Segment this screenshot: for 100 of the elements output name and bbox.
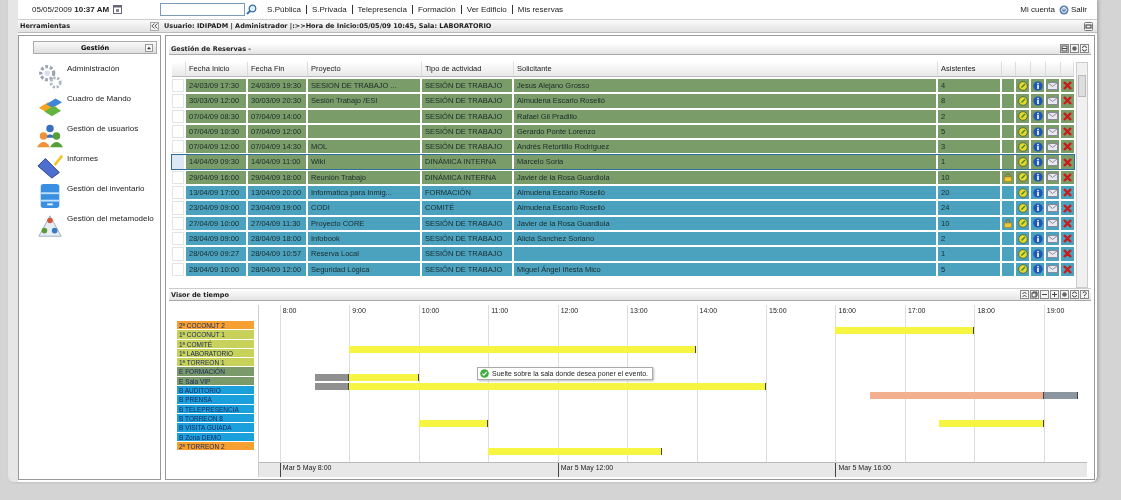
booked-slot[interactable] (731, 382, 766, 390)
scrollbar[interactable] (1076, 62, 1088, 288)
delete-icon[interactable] (1063, 172, 1072, 182)
envelope-icon[interactable] (1047, 188, 1058, 197)
info-icon[interactable] (1032, 157, 1043, 168)
envelope-icon[interactable] (1047, 173, 1058, 182)
edit-icon[interactable] (1017, 157, 1028, 168)
info-icon[interactable] (1032, 95, 1043, 106)
info-icon[interactable] (1032, 218, 1043, 229)
caret-icon[interactable] (145, 44, 153, 52)
menu-item[interactable]: Cuadro de Mando (67, 94, 132, 103)
edit-icon[interactable] (1017, 233, 1028, 244)
booked-slot[interactable] (1008, 392, 1044, 400)
envelope-icon[interactable] (1047, 219, 1058, 228)
help-icon[interactable] (1080, 290, 1089, 299)
layout-icon[interactable] (1060, 44, 1069, 53)
envelope-icon[interactable] (1047, 204, 1058, 212)
booked-slot[interactable] (939, 327, 975, 335)
delete-icon[interactable] (1063, 218, 1072, 228)
info-icon[interactable] (1032, 111, 1043, 122)
envelope-icon[interactable] (1047, 96, 1058, 105)
nav-link[interactable]: Formación (411, 5, 461, 14)
settings-icon[interactable] (1060, 290, 1069, 299)
envelope-icon[interactable] (1047, 249, 1058, 258)
envelope-icon[interactable] (1047, 265, 1058, 274)
envelope-icon[interactable] (1047, 234, 1058, 243)
search-icon[interactable] (246, 4, 258, 15)
delete-icon[interactable] (1063, 111, 1072, 121)
maximize-icon[interactable] (1084, 21, 1093, 31)
booked-slot[interactable] (627, 448, 662, 455)
nav-link[interactable]: S.Pública (262, 5, 306, 14)
delete-icon[interactable] (1063, 157, 1072, 167)
nav-link[interactable]: Ver Edificio (460, 5, 512, 14)
envelope-icon[interactable] (1047, 127, 1058, 136)
menu-item[interactable]: Gestión de usuarios (67, 124, 139, 133)
delete-icon[interactable] (1063, 142, 1072, 152)
booked-slot[interactable] (453, 420, 489, 428)
menu-item[interactable]: Gestión del inventario (67, 184, 145, 193)
envelope-icon[interactable] (1047, 112, 1058, 121)
delete-icon[interactable] (1063, 127, 1072, 137)
logout-link[interactable]: Salir (1071, 5, 1087, 14)
edit-icon[interactable] (1017, 126, 1028, 137)
refresh-icon[interactable] (1070, 290, 1079, 299)
diagram-icon[interactable] (37, 213, 63, 239)
delete-icon[interactable] (1063, 264, 1072, 274)
delete-icon[interactable] (1063, 188, 1072, 198)
zoom-in-icon[interactable] (1050, 290, 1059, 299)
envelope-icon[interactable] (1047, 81, 1058, 90)
delete-icon[interactable] (1063, 203, 1072, 213)
search-field[interactable] (160, 3, 246, 16)
info-icon[interactable] (1032, 172, 1043, 183)
restore-icon[interactable] (1030, 290, 1039, 299)
zoom-out-icon[interactable] (1040, 290, 1049, 299)
refresh-icon[interactable] (1080, 44, 1089, 53)
users-icon[interactable] (37, 123, 63, 149)
envelope-icon[interactable] (1047, 142, 1058, 151)
edit-icon[interactable] (1017, 203, 1028, 213)
delete-icon[interactable] (1063, 96, 1072, 106)
booked-slot[interactable] (661, 345, 697, 353)
menu-item[interactable]: Informes (67, 154, 99, 163)
edit-icon[interactable] (1017, 111, 1028, 122)
info-icon[interactable] (1032, 233, 1043, 244)
nav-link[interactable]: Telepresencia (351, 5, 412, 14)
booked-slot[interactable] (314, 382, 350, 390)
envelope-icon[interactable] (1047, 158, 1058, 167)
delete-icon[interactable] (1063, 81, 1072, 91)
delete-icon[interactable] (1063, 249, 1072, 259)
info-icon[interactable] (1032, 264, 1043, 275)
nav-link[interactable]: Mis reservas (511, 5, 569, 14)
edit-icon[interactable] (1017, 248, 1028, 259)
info-icon[interactable] (1032, 248, 1043, 259)
edit-icon[interactable] (1017, 95, 1028, 106)
table-cell (1002, 201, 1014, 215)
power-icon[interactable] (1059, 4, 1069, 15)
info-icon[interactable] (1032, 126, 1043, 137)
edit-icon[interactable] (1017, 80, 1028, 91)
pencil-icon[interactable] (37, 153, 63, 179)
delete-icon[interactable] (1063, 234, 1072, 244)
info-icon[interactable] (1032, 141, 1043, 152)
info-icon[interactable] (1032, 203, 1043, 213)
edit-icon[interactable] (1017, 172, 1028, 183)
gears-icon[interactable] (37, 63, 63, 89)
edit-icon[interactable] (1017, 218, 1028, 229)
settings-icon[interactable] (1070, 44, 1079, 53)
info-icon[interactable] (1032, 187, 1043, 198)
edit-icon[interactable] (1017, 187, 1028, 198)
booked-slot[interactable] (314, 373, 350, 381)
edit-icon[interactable] (1017, 264, 1028, 275)
booked-slot[interactable] (1008, 420, 1044, 428)
edit-icon[interactable] (1017, 141, 1028, 152)
menu-item[interactable]: Gestión del metamodelo (67, 214, 154, 223)
calendar-icon[interactable] (113, 5, 123, 14)
account-link[interactable]: Mi cuenta (1020, 5, 1055, 14)
booked-slot[interactable] (384, 373, 419, 381)
collapse-icon[interactable] (1020, 290, 1029, 299)
booked-slot[interactable] (1043, 392, 1079, 400)
nav-link[interactable]: S.Privada (305, 5, 352, 14)
collapse-button[interactable] (150, 21, 159, 31)
info-icon[interactable] (1032, 80, 1043, 91)
menu-item[interactable]: Administración (67, 64, 120, 73)
